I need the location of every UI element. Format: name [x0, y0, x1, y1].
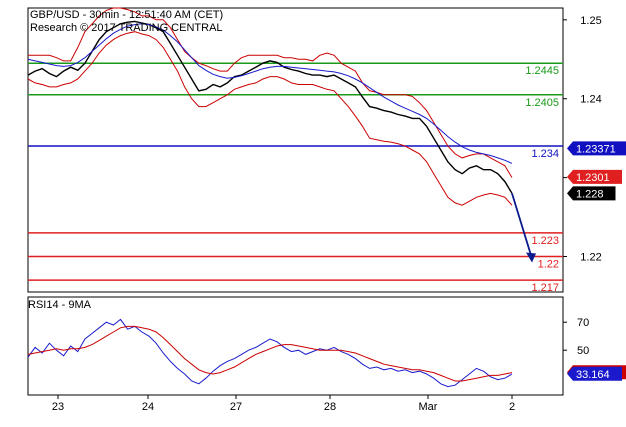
x-tick-label: 24 — [142, 401, 154, 413]
main-panel-border — [27, 7, 564, 293]
level-label: 1.2405 — [525, 97, 559, 109]
level-label: 1.223 — [531, 235, 559, 247]
projection-arrow-shaft — [511, 193, 533, 259]
x-tick-label: 23 — [52, 401, 64, 413]
y-tick-label: 1.22 — [580, 252, 601, 264]
price-line — [27, 20, 513, 194]
x-tick-label: Mar — [419, 401, 438, 413]
level-label: 1.234 — [531, 148, 559, 160]
moving-average-line — [27, 23, 513, 164]
chart-frame — [27, 7, 564, 396]
x-tick-label: 28 — [324, 401, 336, 413]
chart-title: GBP/USD - 30min - 12:51:40 AM (CET) — [30, 9, 223, 21]
rsi-panel-border — [27, 296, 564, 396]
projection-arrow-head — [526, 252, 536, 263]
y-tick-label: 1.25 — [580, 15, 601, 27]
bollinger-lower-line — [27, 31, 513, 206]
level-label: 1.22 — [538, 259, 559, 271]
copyright-note: Research © 2017 TRADING CENTRAL — [30, 22, 223, 34]
horizontal-levels: 1.2445 1.2405 1.234 1.223 1.22 1.217 — [28, 62, 563, 294]
x-tick-label: 27 — [230, 401, 242, 413]
price-tag-label: 1.228 — [576, 188, 604, 200]
rsi-y-tick-label: 50 — [577, 345, 589, 357]
rsi-line — [27, 318, 513, 388]
price-tag-label: 1.2301 — [576, 172, 610, 184]
x-tick-label: 2 — [509, 401, 515, 413]
rsi-panel-title: RSI14 - 9MA — [28, 299, 92, 311]
y-tick-label: 1.24 — [580, 94, 601, 106]
level-label: 1.2445 — [525, 65, 559, 77]
price-series — [27, 7, 536, 263]
price-tag-label: 1.23371 — [576, 143, 616, 155]
price-tag-label: 33.164 — [576, 369, 610, 381]
chart-canvas: 1.2445 1.2405 1.234 1.223 1.22 1.217 1.25 1.24… — [27, 7, 626, 413]
rsi-y-tick-label: 70 — [577, 317, 589, 329]
rsi-panel — [27, 318, 513, 388]
level-label: 1.217 — [531, 282, 559, 294]
rsi-ma-line — [27, 325, 513, 382]
